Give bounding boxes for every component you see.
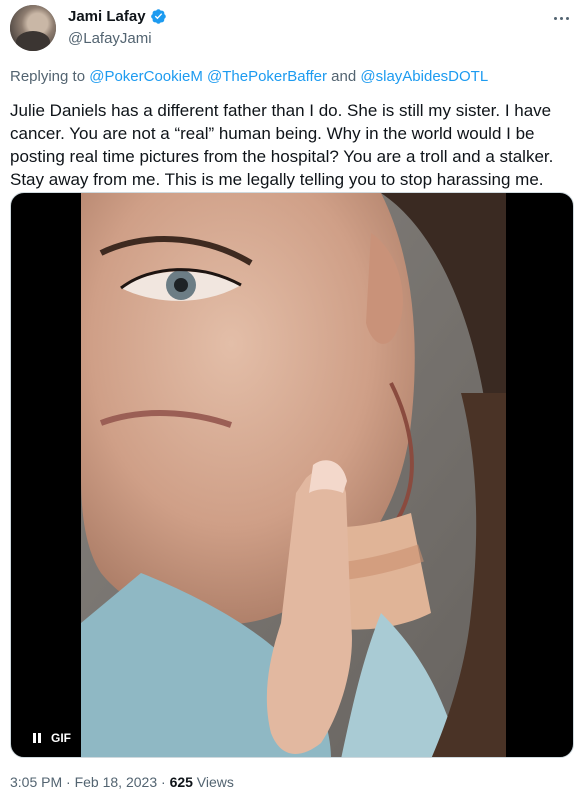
footer-separator: · (157, 774, 170, 790)
mention-link[interactable]: @PokerCookieM (89, 68, 203, 85)
replying-to: Replying to @PokerCookieM @ThePokerBaffe… (10, 68, 488, 85)
replying-to-prefix: Replying to (10, 68, 90, 85)
tweet-date[interactable]: Feb 18, 2023 (75, 774, 158, 790)
gif-label: GIF (51, 731, 71, 745)
views-count: 625 (169, 774, 193, 790)
avatar-hair (16, 31, 50, 51)
tweet-text: Julie Daniels has a different father tha… (10, 101, 554, 189)
more-options-icon[interactable] (549, 8, 573, 28)
replying-to-and: and (327, 68, 361, 85)
avatar[interactable] (10, 5, 56, 51)
name-row: Jami Lafay (68, 8, 167, 25)
gif-image-illustration (81, 193, 506, 757)
gif-image[interactable] (81, 193, 506, 757)
media-gif[interactable]: GIF (10, 192, 574, 758)
footer-separator: · (62, 774, 75, 790)
gif-badge[interactable]: GIF (27, 728, 77, 748)
tweet-footer: 3:05 PM · Feb 18, 2023 · 625 Views (10, 774, 234, 790)
display-name[interactable]: Jami Lafay (68, 8, 146, 25)
verified-badge-icon (150, 9, 166, 24)
pause-icon[interactable] (33, 733, 43, 743)
views-label: Views (192, 774, 234, 790)
tweet-header: Jami Lafay @LafayJami (0, 0, 585, 58)
mention-link[interactable]: @slayAbidesDOTL (360, 68, 488, 85)
tweet-time[interactable]: 3:05 PM (10, 774, 62, 790)
handle[interactable]: @LafayJami (68, 30, 152, 47)
mention-link[interactable]: @ThePokerBaffer (207, 68, 327, 85)
